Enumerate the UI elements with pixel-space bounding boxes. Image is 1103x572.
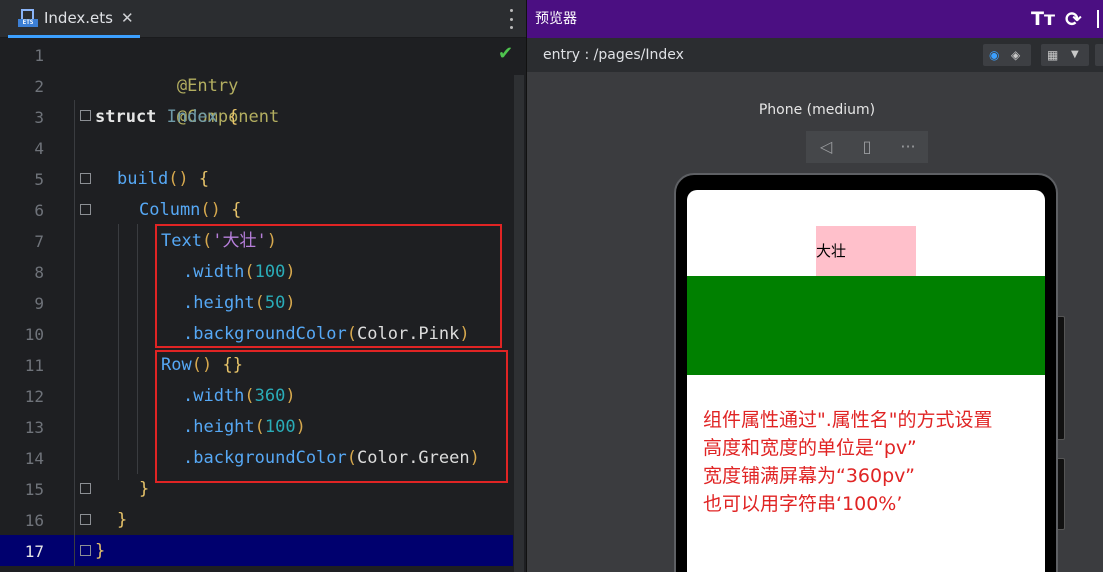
text-component: 大壮 [816,226,916,276]
line-number-active: 17 [24,542,44,561]
line-number: 5 [34,170,44,189]
line-number: 2 [34,77,44,96]
line-number: 15 [24,480,44,499]
editor-scrollbar[interactable] [514,75,524,572]
previewer-toolbar: entry : /pages/Index ◉ ◈ ▦ ▼ [527,38,1103,72]
code-line: @Entry [176,76,239,96]
layers-icon: ◈ [1011,48,1021,62]
inspector-toggle-button[interactable]: ◉ ◈ [983,44,1031,66]
note-line: 也可以用字符串‘100%’ [703,493,903,515]
code-line-active: } [95,541,106,561]
rotate-icon[interactable]: ▯ [847,131,887,163]
font-size-icon[interactable]: Tт [1031,8,1055,30]
line-number: 12 [24,387,44,406]
device-menu-button[interactable]: ▦ ▼ [1041,44,1089,66]
annotation-box-text [155,224,502,348]
line-number: 8 [34,263,44,282]
code-line: } [139,479,150,499]
row-component [687,276,1045,375]
grid-icon: ▦ [1047,48,1059,62]
ets-file-icon: ETS [18,8,38,27]
tab-label: Index.ets [44,8,113,27]
overflow-button[interactable] [1095,44,1103,66]
code-line: } [117,510,128,530]
code-line: build() { [117,169,210,189]
line-number: 7 [34,232,44,251]
note-line: 组件属性通过".属性名"的方式设置 [703,409,993,431]
line-number: 16 [24,511,44,530]
more-icon[interactable]: ··· [888,131,928,163]
eye-icon: ◉ [989,48,1000,62]
line-number: 1 [34,46,44,65]
device-name: Phone (medium) [758,102,876,118]
note-line: 宽度铺满屏幕为“360pv” [703,465,915,487]
tab-close-icon[interactable]: ✕ [121,9,134,27]
note-line: 高度和宽度的单位是“pv” [703,437,917,459]
line-number: 13 [24,418,44,437]
code-editor: ETS Index.ets ✕ 1 2 3 4 5 6 7 8 9 10 11 … [0,0,526,572]
text-component-label: 大壮 [816,242,847,260]
code-line: Column() { [139,200,242,220]
line-number-gutter: 1 2 3 4 5 6 7 8 9 10 11 12 13 14 15 16 1… [0,39,72,572]
ide-window: ETS Index.ets ✕ 1 2 3 4 5 6 7 8 9 10 11 … [0,0,1103,572]
tab-index-ets[interactable]: ETS Index.ets ✕ [8,0,140,38]
line-number: 14 [24,449,44,468]
line-number: 9 [34,294,44,313]
route-path: entry : /pages/Index [543,47,684,63]
annotation-box-row [155,350,508,483]
refresh-icon[interactable]: ⟳ [1065,7,1087,31]
checkmark-icon: ✔ [498,43,514,64]
line-number: 11 [24,356,44,375]
line-number: 3 [34,108,44,127]
editor-tabbar: ETS Index.ets ✕ [0,0,526,38]
back-icon[interactable]: ◁ [806,131,846,163]
device-controls: ◁ ▯ ··· [806,131,928,163]
code-line: struct Index { [95,107,239,127]
previewer-title: 预览器 [535,11,577,27]
line-number: 6 [34,201,44,220]
more-options-icon[interactable] [508,9,514,29]
line-number: 10 [24,325,44,344]
device-preview-area: Phone (medium) ◁ ▯ ··· 大壮 组件属性通过".属性名"的方… [527,72,1103,572]
phone-screen: 大壮 组件属性通过".属性名"的方式设置 高度和宽度的单位是“pv” 宽度铺满屏… [687,190,1045,572]
chevron-down-icon: ▼ [1071,49,1079,60]
previewer-panel: 预览器 Tт ⟳ entry : /pages/Index ◉ ◈ ▦ ▼ Ph… [526,0,1103,572]
line-number: 4 [34,139,44,158]
panel-edge-icon[interactable] [1097,10,1103,28]
code-line: @Component [176,107,280,127]
annotation-note: 组件属性通过".属性名"的方式设置 高度和宽度的单位是“pv” 宽度铺满屏幕为“… [703,406,1033,518]
previewer-titlebar: 预览器 Tт ⟳ [527,0,1103,38]
